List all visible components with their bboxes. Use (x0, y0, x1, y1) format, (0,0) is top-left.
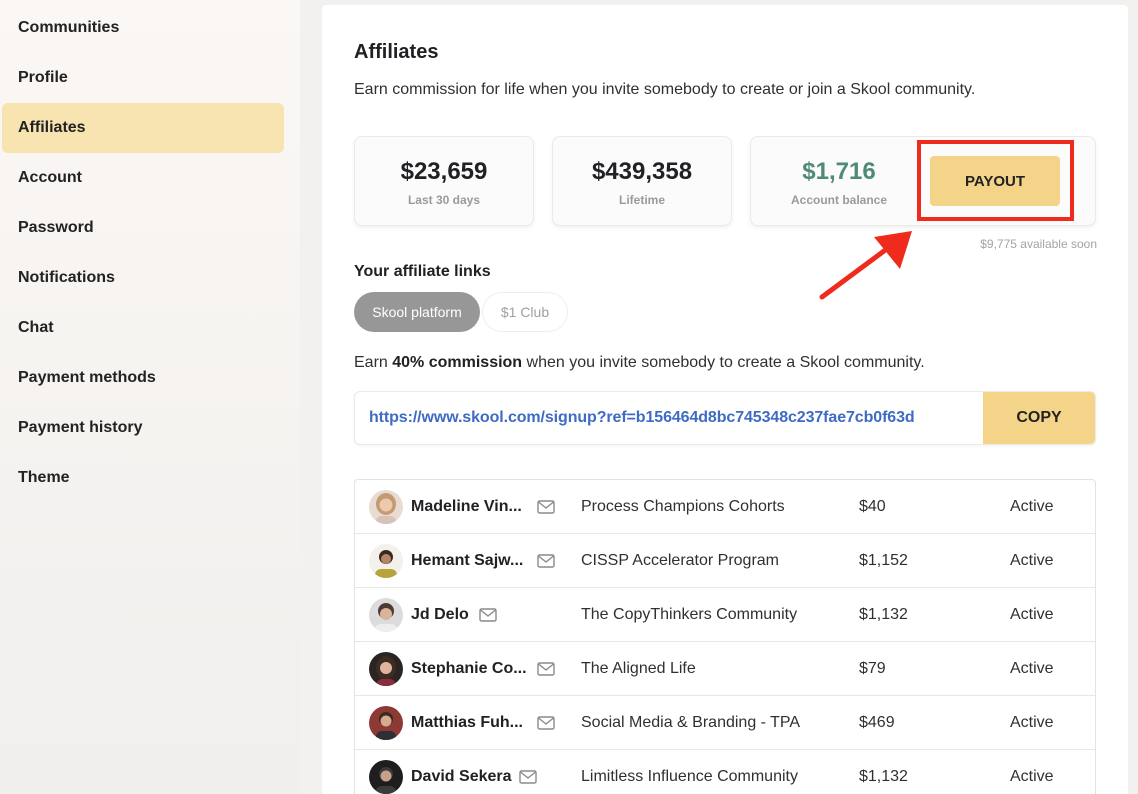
highlight-box-annotation (917, 140, 1074, 221)
table-row[interactable]: David Sekera Limitless Influence Communi… (355, 750, 1095, 794)
stat-card-lifetime: $439,358 Lifetime (552, 136, 732, 226)
mail-icon[interactable] (537, 554, 555, 568)
affiliates-panel: Affiliates Earn commission for life when… (322, 5, 1128, 794)
referral-status: Active (1010, 660, 1054, 677)
mail-icon[interactable] (537, 716, 555, 730)
referral-name: Madeline Vin... (411, 498, 522, 515)
available-soon-note: $9,775 available soon (980, 237, 1097, 251)
referral-amount: $1,152 (859, 552, 908, 569)
avatar (369, 544, 403, 578)
settings-page: Communities Profile Affiliates Account P… (0, 0, 1138, 794)
avatar (369, 706, 403, 740)
commission-rate: 40% commission (392, 354, 523, 371)
tab-skool-platform[interactable]: Skool platform (354, 292, 480, 332)
commission-prefix: Earn (354, 354, 393, 371)
balance-value: $1,716 (802, 158, 876, 185)
referrals-table: Madeline Vin... Process Champions Cohort… (354, 479, 1096, 794)
affiliate-link-field[interactable]: https://www.skool.com/signup?ref=b156464… (354, 391, 1096, 445)
referral-community: The Aligned Life (581, 660, 696, 677)
referral-amount: $469 (859, 714, 895, 731)
table-row[interactable]: Jd Delo The CopyThinkers Community $1,13… (355, 588, 1095, 642)
stat-label: Last 30 days (407, 193, 481, 207)
table-row[interactable]: Stephanie Co... The Aligned Life $79 Act… (355, 642, 1095, 696)
sidebar-item-payment-history[interactable]: Payment history (2, 403, 284, 453)
sidebar-item-label: Account (18, 169, 82, 186)
affiliate-links-heading: Your affiliate links (354, 263, 491, 280)
referral-amount: $1,132 (859, 606, 908, 623)
mail-icon[interactable] (479, 608, 497, 622)
referral-community: The CopyThinkers Community (581, 606, 798, 623)
affiliate-link-url[interactable]: https://www.skool.com/signup?ref=b156464… (369, 409, 915, 427)
sidebar-item-label: Affiliates (18, 119, 86, 136)
red-arrow-annotation (819, 231, 912, 300)
referral-amount: $79 (859, 660, 886, 677)
commission-text: Earn 40% commission when you invite some… (354, 354, 925, 372)
sidebar-item-label: Theme (18, 469, 70, 486)
referral-community: Process Champions Cohorts (581, 498, 785, 515)
referral-name: Stephanie Co... (411, 660, 527, 677)
stat-value: $23,659 (400, 158, 488, 185)
referral-community: Social Media & Branding - TPA (581, 714, 801, 731)
sidebar-item-chat[interactable]: Chat (2, 303, 284, 353)
mail-icon[interactable] (519, 770, 537, 784)
sidebar-item-label: Chat (18, 319, 54, 336)
sidebar-item-affiliates[interactable]: Affiliates (2, 103, 284, 153)
sidebar-item-label: Profile (18, 69, 68, 86)
mail-icon[interactable] (537, 500, 555, 514)
sidebar-item-payment-methods[interactable]: Payment methods (2, 353, 284, 403)
referral-name: Jd Delo (411, 606, 469, 623)
stat-card-last-30-days: $23,659 Last 30 days (354, 136, 534, 226)
sidebar-item-account[interactable]: Account (2, 153, 284, 203)
referral-amount: $1,132 (859, 768, 908, 785)
stat-label: Lifetime (618, 193, 665, 207)
referral-status: Active (1010, 606, 1054, 623)
mail-icon[interactable] (537, 662, 555, 676)
avatar (369, 652, 403, 686)
avatar (369, 760, 403, 794)
sidebar-item-theme[interactable]: Theme (2, 453, 284, 503)
sidebar-item-label: Notifications (18, 269, 115, 286)
referral-status: Active (1010, 768, 1054, 785)
referral-name: Hemant Sajw... (411, 552, 524, 569)
copy-button[interactable]: COPY (983, 392, 1095, 444)
referral-community: CISSP Accelerator Program (581, 552, 780, 569)
sidebar-item-password[interactable]: Password (2, 203, 284, 253)
referral-name: Matthias Fuh... (411, 714, 523, 731)
table-row[interactable]: Matthias Fuh... Social Media & Branding … (355, 696, 1095, 750)
referral-status: Active (1010, 498, 1054, 515)
referral-status: Active (1010, 552, 1054, 569)
sidebar-item-label: Communities (18, 19, 120, 36)
commission-suffix: when you invite somebody to create a Sko… (522, 354, 925, 371)
sidebar-item-notifications[interactable]: Notifications (2, 253, 284, 303)
sidebar-item-label: Payment history (18, 419, 143, 436)
referral-name: David Sekera (411, 768, 512, 785)
sidebar-item-label: Payment methods (18, 369, 156, 386)
page-title: Affiliates (354, 41, 439, 63)
referral-community: Limitless Influence Community (581, 768, 798, 785)
settings-sidebar: Communities Profile Affiliates Account P… (0, 0, 300, 794)
stat-value: $439,358 (591, 158, 693, 185)
avatar (369, 598, 403, 632)
sidebar-item-label: Password (18, 219, 94, 236)
referral-status: Active (1010, 714, 1054, 731)
tab-1-club[interactable]: $1 Club (482, 292, 568, 332)
page-subtitle: Earn commission for life when you invite… (354, 81, 976, 98)
sidebar-item-profile[interactable]: Profile (2, 53, 284, 103)
table-row[interactable]: Hemant Sajw... CISSP Accelerator Program… (355, 534, 1095, 588)
table-row[interactable]: Madeline Vin... Process Champions Cohort… (355, 480, 1095, 534)
stat-label: Account balance (790, 193, 888, 207)
sidebar-item-communities[interactable]: Communities (2, 3, 284, 53)
referral-amount: $40 (859, 498, 886, 515)
avatar (369, 490, 403, 524)
